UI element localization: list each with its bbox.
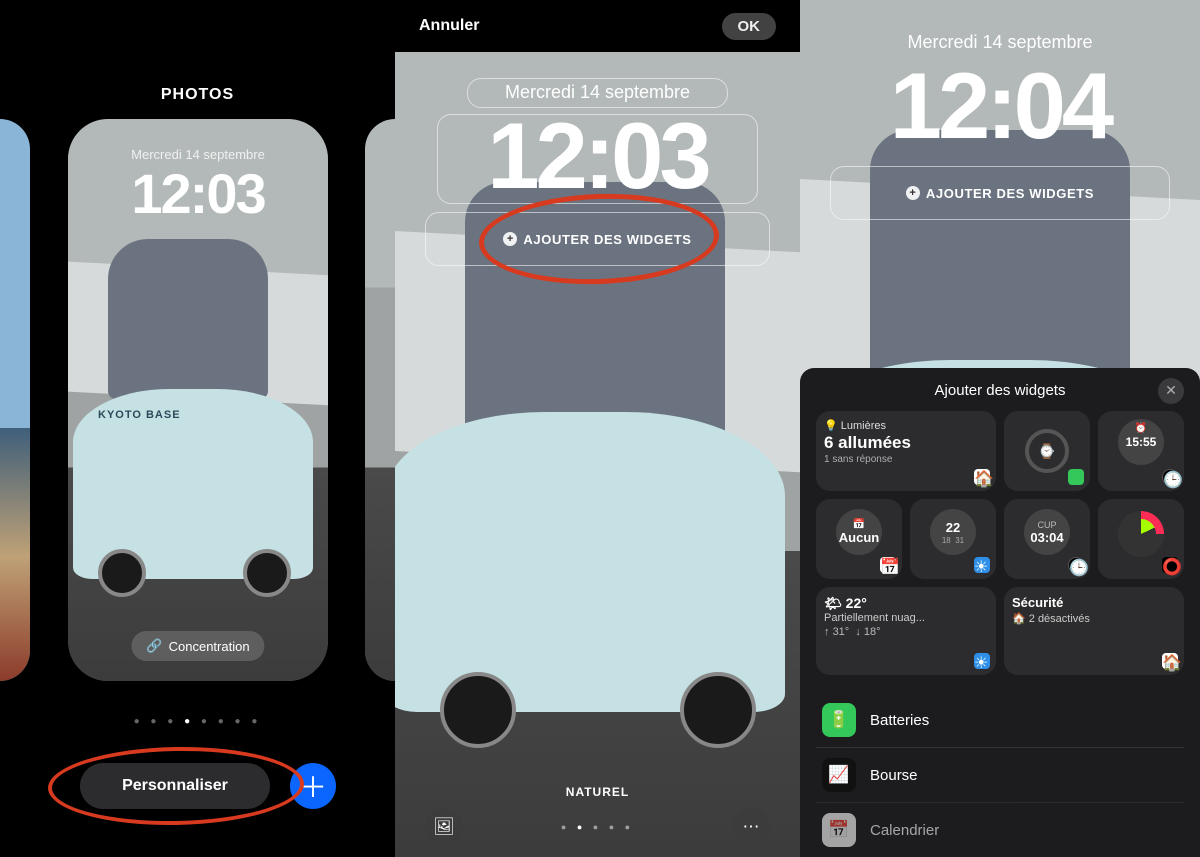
weather-app-badge-icon: ☀ <box>974 557 990 573</box>
photos-icon: 🖼 <box>433 817 455 837</box>
widget-home-lights[interactable]: 💡 Lumières 6 allumées 1 sans réponse 🏠 <box>816 411 996 491</box>
lockscreen-time: 12:04 <box>800 52 1200 160</box>
gallery-title: PHOTOS <box>0 86 395 104</box>
widget-lights-sub: 1 sans réponse <box>824 454 988 465</box>
widget-home-security[interactable]: Sécurité 🏠 2 désactivés 🏠 <box>1004 587 1184 675</box>
pager-dots: ● ● ● ● ● ● ● ● <box>0 716 395 727</box>
sheet-title: Ajouter des widgets <box>935 382 1066 399</box>
calendar-app-badge-icon: 📅 <box>880 557 896 573</box>
add-widgets-label: AJOUTER DES WIDGETS <box>926 186 1094 201</box>
close-button[interactable]: ✕ <box>1158 378 1184 404</box>
panel-wallpaper-gallery: PHOTOS KYOTO BASE Mercredi 14 septembre … <box>0 0 395 857</box>
widget-world-clock[interactable]: CUP 03:04 🕒 <box>1004 499 1090 579</box>
widget-weather-ring[interactable]: 22 18 31 ☀ <box>910 499 996 579</box>
close-icon: ✕ <box>1165 382 1177 399</box>
widget-alarm[interactable]: ⏰ 15:55 🕒 <box>1098 411 1184 491</box>
security-sub: 2 désactivés <box>1029 613 1090 625</box>
world-clock-city: CUP <box>1037 520 1056 530</box>
clock-app-badge-icon: 🕒 <box>1068 557 1084 573</box>
watch-ring-icon: ⌚ <box>1025 429 1069 473</box>
stocks-icon: 📈 <box>822 758 856 792</box>
calendar-icon: 📅 <box>853 519 865 530</box>
widget-weather-summary[interactable]: 🌤 22° Partiellement nuag... ↑ 31° ↓ 18° … <box>816 587 996 675</box>
widget-calendar-next[interactable]: 📅 Aucun 📅 <box>816 499 902 579</box>
widgets-sheet: Ajouter des widgets ✕ 💡 Lumières 6 allum… <box>800 368 1200 857</box>
weather-desc: Partiellement nuag... <box>824 612 988 624</box>
annotation-oval <box>47 745 304 827</box>
filter-pager: ● ● ● ● ● <box>561 822 634 832</box>
focus-pill[interactable]: 🔗 Concentration <box>131 631 264 661</box>
home-app-badge-icon: 🏠 <box>1162 653 1178 669</box>
widget-lights-main: 6 allumées <box>824 433 988 453</box>
lockscreen-time: 12:03 <box>68 161 328 226</box>
weather-hi: 31° <box>833 626 850 638</box>
link-icon: 🔗 <box>146 638 162 654</box>
widget-app-list: 🔋 Batteries 📈 Bourse 📅 Calendrier <box>816 693 1184 857</box>
batteries-icon: 🔋 <box>822 703 856 737</box>
calendar-icon: 📅 <box>822 813 856 847</box>
app-name: Batteries <box>870 712 929 729</box>
weather-app-badge-icon: ☀ <box>974 653 990 669</box>
photo-picker-button[interactable]: 🖼 <box>425 808 463 846</box>
calendar-none-label: Aucun <box>839 530 879 545</box>
filter-name: NATUREL <box>395 785 800 799</box>
fitness-app-badge-icon <box>1068 469 1084 485</box>
widget-lights-header: Lumières <box>841 420 886 432</box>
more-button[interactable]: ⋯ <box>732 808 770 846</box>
lockscreen-date: Mercredi 14 septembre <box>800 32 1200 53</box>
widget-activity-rings[interactable]: ⭕ <box>1098 499 1184 579</box>
lockscreen-date: Mercredi 14 septembre <box>68 147 328 162</box>
ellipsis-icon: ⋯ <box>743 817 760 837</box>
edit-topbar: Annuler OK <box>395 0 800 52</box>
activity-rings-icon <box>1118 511 1164 557</box>
alarm-time: 15:55 <box>1126 435 1157 449</box>
app-name: Bourse <box>870 767 918 784</box>
add-widgets-button[interactable]: + AJOUTER DES WIDGETS <box>830 166 1170 220</box>
panel-lockscreen-edit: Annuler OK Mercredi 14 septembre 12:03 +… <box>395 0 800 857</box>
wallpaper-preview[interactable]: KYOTO BASE Mercredi 14 septembre 12:03 🔗… <box>68 119 328 681</box>
focus-label: Concentration <box>169 639 250 654</box>
app-name: Calendrier <box>870 822 939 839</box>
weather-ring-lo: 18 <box>942 536 951 545</box>
ok-button[interactable]: OK <box>722 13 777 40</box>
car-logo-text: KYOTO BASE <box>98 409 181 421</box>
fitness-app-badge-icon: ⭕ <box>1162 557 1178 573</box>
world-clock-time: 03:04 <box>1030 530 1063 545</box>
alarm-icon: ⏰ <box>1135 423 1147 434</box>
app-row-batteries[interactable]: 🔋 Batteries <box>816 693 1184 747</box>
suggested-widgets-grid: 💡 Lumières 6 allumées 1 sans réponse 🏠 ⌚… <box>816 411 1184 579</box>
weather-icon: 🌤 <box>824 595 842 611</box>
security-title: Sécurité <box>1012 595 1176 610</box>
wallpaper-peek-prev[interactable] <box>0 119 30 681</box>
bulb-icon: 💡 <box>824 420 838 432</box>
weather-temp-value: 22° <box>846 595 867 611</box>
weather-ring-temp: 22 <box>946 520 960 535</box>
weather-lo: 18° <box>864 626 881 638</box>
app-row-stocks[interactable]: 📈 Bourse <box>816 747 1184 802</box>
wallpaper-peek-next[interactable] <box>365 119 395 681</box>
panel-widget-sheet: Mercredi 14 septembre 12:04 + AJOUTER DE… <box>800 0 1200 857</box>
clock-app-badge-icon: 🕒 <box>1162 469 1178 485</box>
weather-ring-hi: 31 <box>955 536 964 545</box>
plus-circle-icon: + <box>906 186 920 200</box>
home-app-badge-icon: 🏠 <box>974 469 990 485</box>
cancel-button[interactable]: Annuler <box>419 17 479 35</box>
edit-bottom-bar: 🖼 ● ● ● ● ● ⋯ <box>395 807 800 847</box>
widget-fitness-ring[interactable]: ⌚ <box>1004 411 1090 491</box>
lockscreen-date: Mercredi 14 septembre <box>395 82 800 103</box>
app-row-calendar[interactable]: 📅 Calendrier <box>816 802 1184 857</box>
